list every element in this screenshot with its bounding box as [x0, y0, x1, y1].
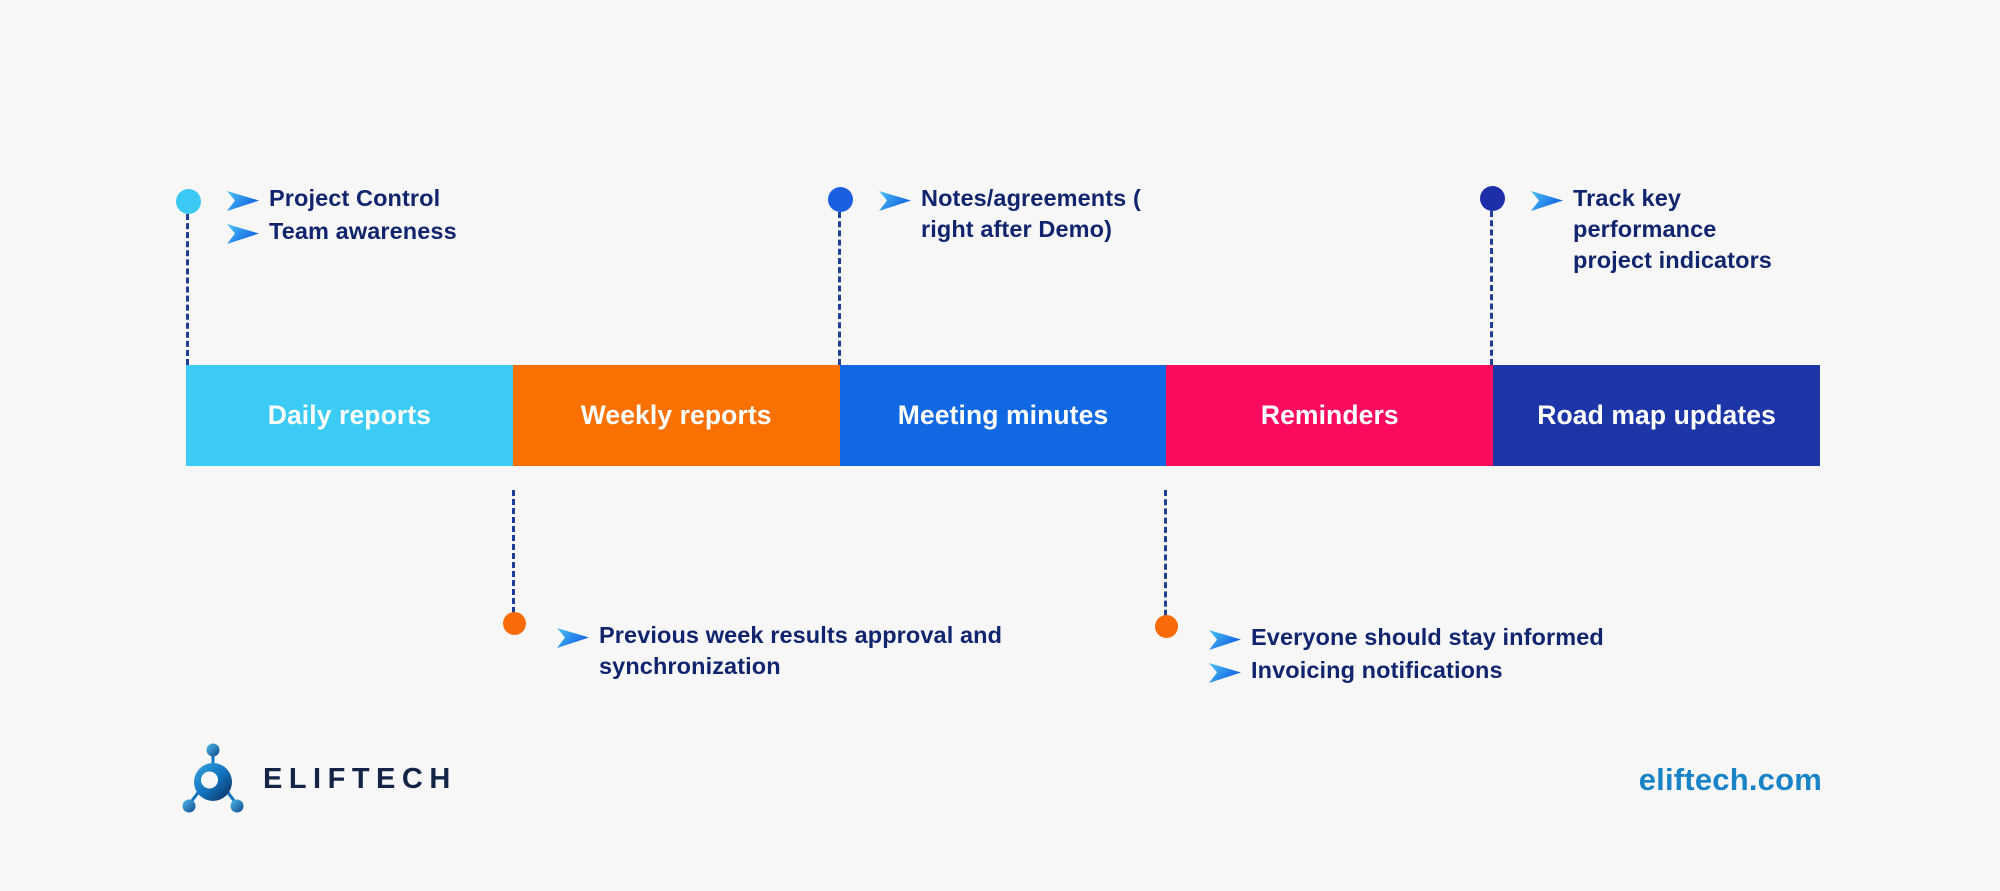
timeline-segment-daily-reports[interactable]: Daily reports	[186, 365, 513, 466]
callout-line: Team awareness	[269, 218, 457, 244]
callout-line: Everyone should stay informed	[1251, 624, 1604, 650]
timeline-segment-label: Daily reports	[267, 400, 432, 430]
callout-below-reminders: Everyone should stay informed Invoicing …	[1208, 622, 1708, 688]
website-link[interactable]: eliftech.com	[1639, 762, 1822, 798]
connector-reminders	[1155, 490, 1178, 643]
infographic-canvas: Project Control Team awareness Notes/agr…	[0, 0, 2000, 891]
connector-line-road-map-updates	[1490, 211, 1493, 365]
connector-dot-meeting-minutes	[828, 187, 853, 212]
brand-logo[interactable]: ELIFTECH	[182, 742, 457, 816]
list-item: Project Control	[226, 183, 586, 214]
timeline-segment-label: Meeting minutes	[897, 400, 1109, 430]
connector-meeting-minutes	[828, 187, 853, 365]
callout-above-road-map-updates: Track key performance project indicators	[1530, 183, 1830, 278]
callout-block: Notes/agreements ( right after Demo)	[921, 183, 1141, 245]
list-item: Notes/agreements ( right after Demo)	[878, 183, 1218, 245]
callout-below-weekly-reports: Previous week results approval and synch…	[556, 620, 1096, 684]
callout-block: Track key performance project indicators	[1573, 183, 1772, 276]
callout-above-daily-reports: Project Control Team awareness	[226, 183, 586, 249]
callout-line: Previous week results approval and	[599, 622, 1003, 648]
timeline-segment-reminders[interactable]: Reminders	[1166, 365, 1494, 466]
connector-line-reminders	[1164, 490, 1167, 625]
timeline-bar: Daily reports Weekly reports Meeting min…	[186, 365, 1820, 466]
connector-daily-reports	[176, 189, 201, 365]
list-item: Track key performance project indicators	[1530, 183, 1830, 276]
list-item: Team awareness	[226, 216, 586, 247]
arrow-bullet-icon	[1209, 663, 1241, 683]
callout-line: Notes/agreements (	[921, 185, 1141, 211]
arrow-bullet-icon	[227, 191, 259, 211]
callout-line: Invoicing notifications	[1251, 657, 1503, 683]
eliftech-logo-icon	[182, 743, 244, 813]
arrow-bullet-icon	[1209, 630, 1241, 650]
arrow-bullet-icon	[557, 628, 589, 648]
callout-line: Project Control	[269, 185, 441, 211]
connector-dot-daily-reports	[176, 189, 201, 214]
connector-dot-weekly-reports	[503, 612, 526, 635]
logo-wordmark: ELIFTECH	[263, 762, 457, 795]
callout-line: right after Demo)	[921, 216, 1113, 242]
timeline-segment-label: Road map updates	[1537, 400, 1776, 430]
callout-line: performance	[1573, 216, 1717, 242]
callout-above-meeting-minutes: Notes/agreements ( right after Demo)	[878, 183, 1218, 247]
timeline-segment-weekly-reports[interactable]: Weekly reports	[512, 365, 840, 466]
timeline-segment-road-map-updates[interactable]: Road map updates	[1493, 365, 1820, 466]
connector-line-weekly-reports	[512, 490, 515, 622]
list-item: Everyone should stay informed	[1208, 622, 1708, 653]
arrow-bullet-icon	[879, 191, 911, 211]
arrow-bullet-icon	[227, 224, 259, 244]
callout-line: synchronization	[599, 653, 781, 679]
timeline-segment-label: Weekly reports	[580, 400, 772, 430]
callout-block: Previous week results approval and synch…	[599, 620, 1002, 682]
connector-dot-road-map-updates	[1480, 186, 1505, 211]
callout-line: Track key	[1573, 185, 1682, 211]
list-item: Invoicing notifications	[1208, 655, 1708, 686]
timeline-segment-meeting-minutes[interactable]: Meeting minutes	[839, 365, 1167, 466]
connector-dot-reminders	[1155, 615, 1178, 638]
connector-weekly-reports	[503, 490, 526, 640]
callout-line: project indicators	[1573, 247, 1772, 273]
list-item: Previous week results approval and synch…	[556, 620, 1096, 682]
connector-line-meeting-minutes	[838, 212, 841, 365]
connector-line-daily-reports	[186, 214, 189, 365]
timeline-segment-label: Reminders	[1260, 400, 1399, 430]
arrow-bullet-icon	[1531, 191, 1563, 211]
connector-road-map-updates	[1480, 186, 1505, 365]
